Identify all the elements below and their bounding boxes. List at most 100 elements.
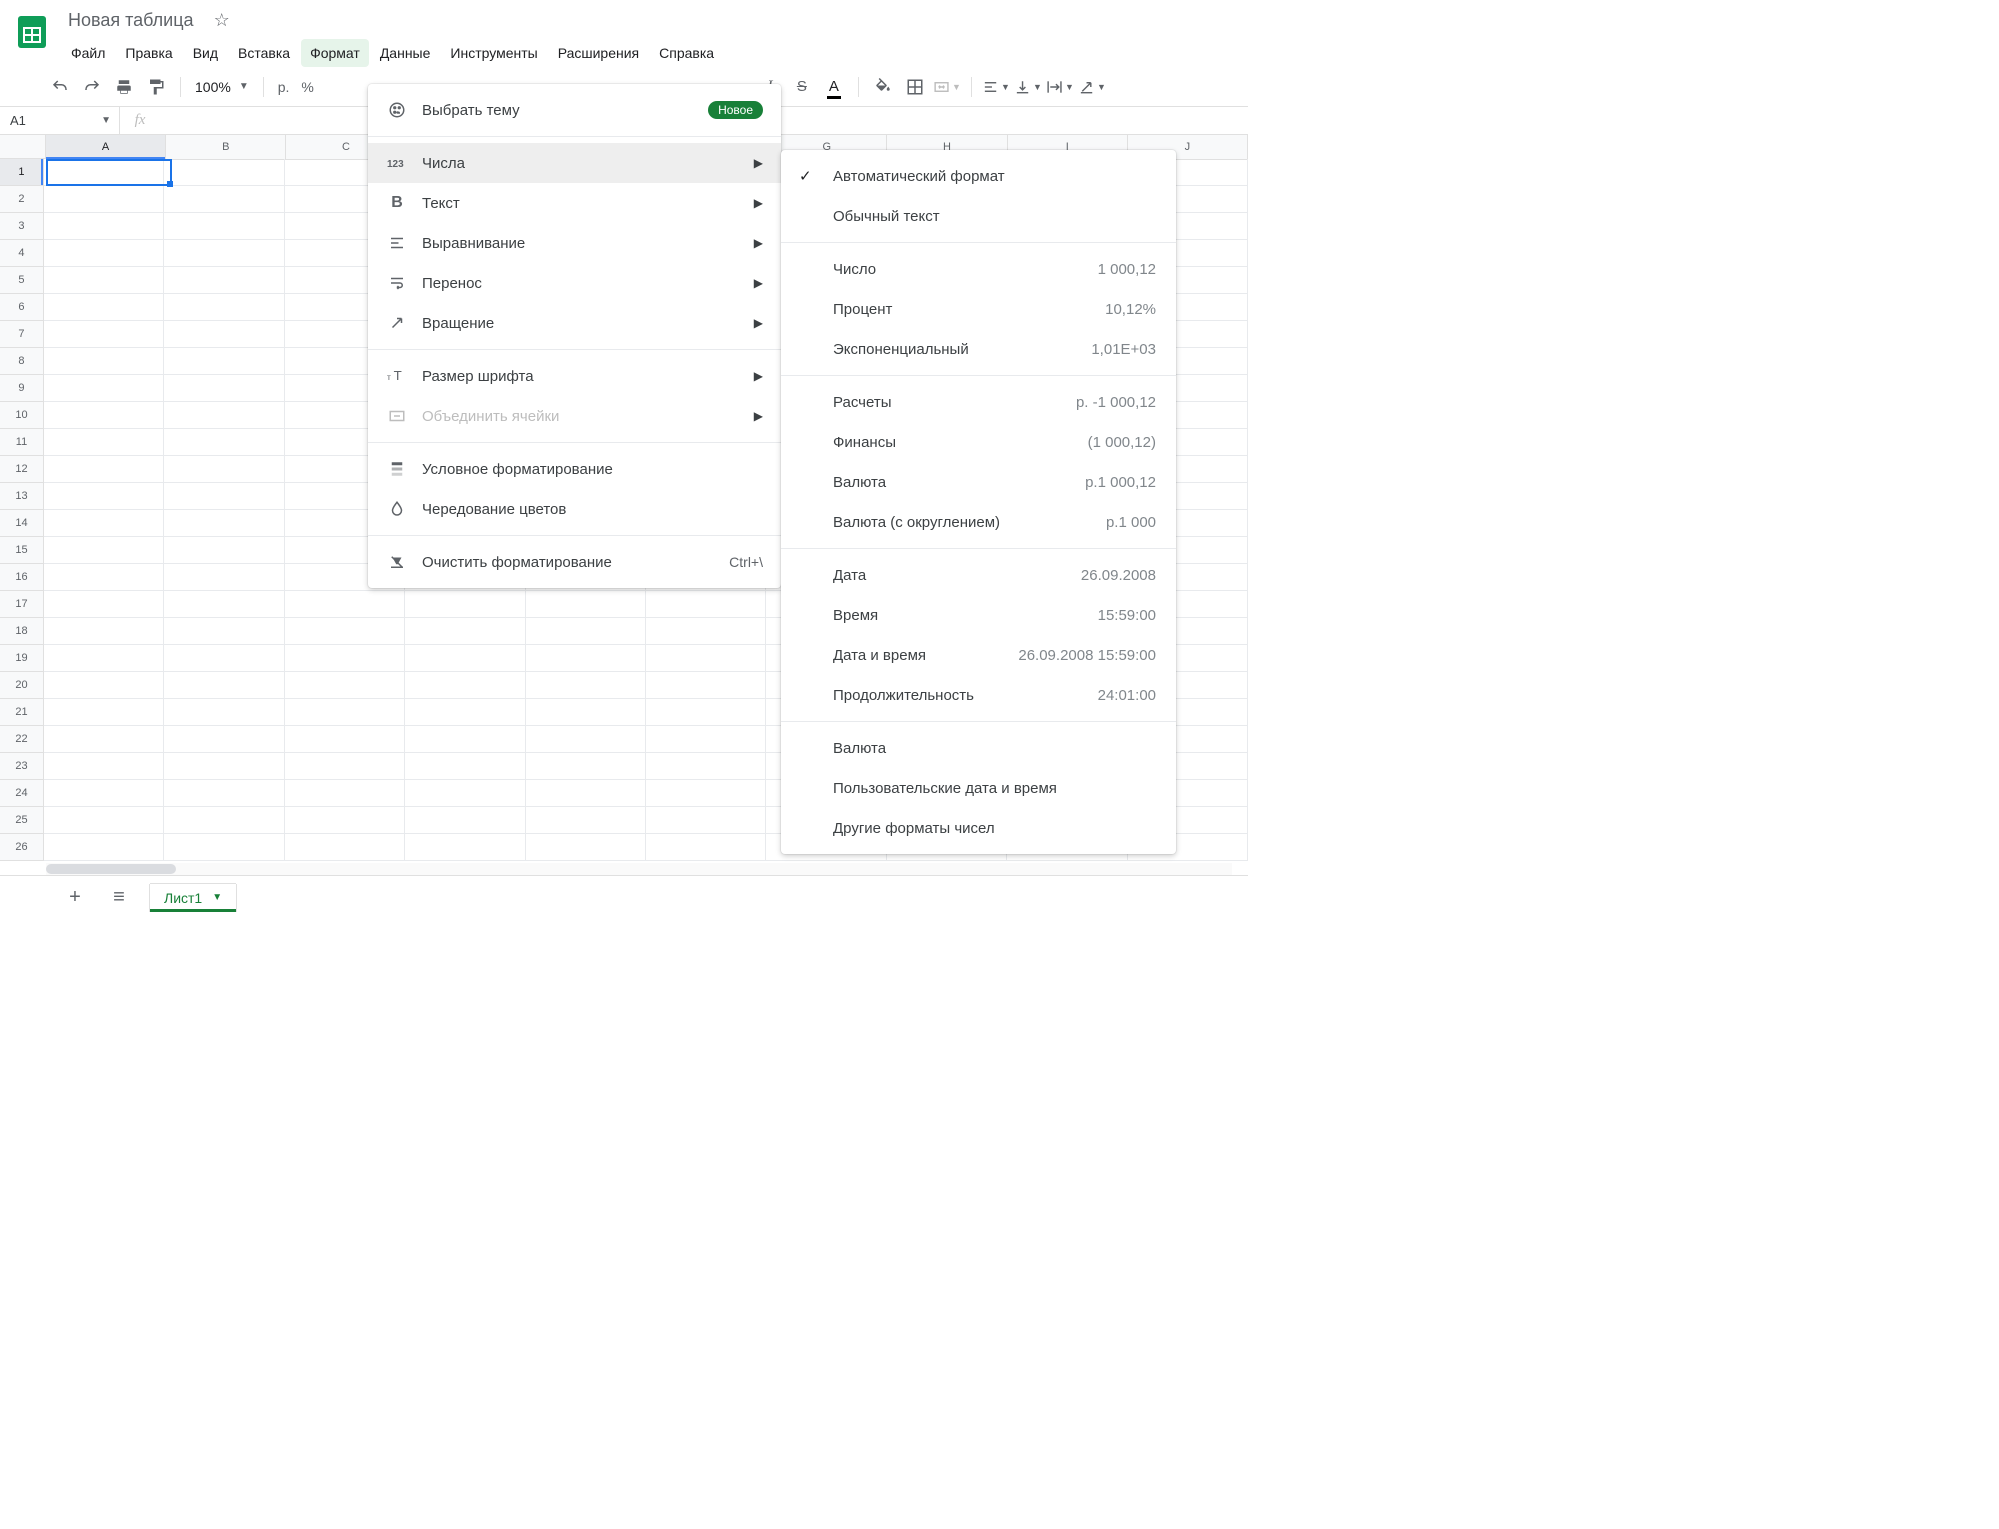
number-format-item[interactable]: ✓Автоматический формат bbox=[781, 156, 1176, 196]
cell[interactable] bbox=[164, 267, 284, 294]
row-header[interactable]: 3 bbox=[0, 213, 44, 240]
cell[interactable] bbox=[646, 780, 766, 807]
cell[interactable] bbox=[164, 645, 284, 672]
all-sheets-button[interactable]: ≡ bbox=[106, 886, 132, 909]
cell[interactable] bbox=[646, 726, 766, 753]
cell[interactable] bbox=[44, 564, 164, 591]
row-header[interactable]: 12 bbox=[0, 456, 44, 483]
cell[interactable] bbox=[44, 726, 164, 753]
select-all-corner[interactable] bbox=[0, 135, 46, 159]
cell[interactable] bbox=[164, 834, 284, 861]
cell[interactable] bbox=[164, 591, 284, 618]
cell[interactable] bbox=[44, 510, 164, 537]
number-format-item[interactable]: Расчетыр. -1 000,12 bbox=[781, 382, 1176, 422]
number-format-item[interactable]: Время15:59:00 bbox=[781, 595, 1176, 635]
cell[interactable] bbox=[164, 699, 284, 726]
cell[interactable] bbox=[405, 834, 525, 861]
cell[interactable] bbox=[44, 240, 164, 267]
cell[interactable] bbox=[44, 186, 164, 213]
cell[interactable] bbox=[164, 294, 284, 321]
cell[interactable] bbox=[285, 726, 405, 753]
row-header[interactable]: 24 bbox=[0, 780, 44, 807]
format-percent-button[interactable]: % bbox=[297, 79, 317, 95]
menu-item-wrap[interactable]: Перенос▶ bbox=[368, 263, 781, 303]
cell[interactable] bbox=[526, 618, 646, 645]
cell[interactable] bbox=[285, 834, 405, 861]
cell[interactable] bbox=[44, 456, 164, 483]
cell[interactable] bbox=[285, 591, 405, 618]
row-header[interactable]: 23 bbox=[0, 753, 44, 780]
cell[interactable] bbox=[285, 618, 405, 645]
row-header[interactable]: 17 bbox=[0, 591, 44, 618]
cell[interactable] bbox=[285, 699, 405, 726]
text-wrap-button[interactable]: ▼ bbox=[1046, 73, 1074, 101]
cell[interactable] bbox=[44, 321, 164, 348]
cell[interactable] bbox=[44, 159, 164, 186]
row-header[interactable]: 13 bbox=[0, 483, 44, 510]
cell[interactable] bbox=[646, 807, 766, 834]
number-format-item[interactable]: Продолжительность24:01:00 bbox=[781, 675, 1176, 715]
row-header[interactable]: 5 bbox=[0, 267, 44, 294]
row-header[interactable]: 26 bbox=[0, 834, 44, 861]
cell[interactable] bbox=[646, 591, 766, 618]
cell[interactable] bbox=[164, 537, 284, 564]
cell[interactable] bbox=[405, 699, 525, 726]
menubar-item-файл[interactable]: Файл bbox=[62, 39, 114, 67]
horizontal-align-button[interactable]: ▼ bbox=[982, 73, 1010, 101]
sheet-tab-1[interactable]: Лист1▼ bbox=[150, 884, 236, 912]
cell[interactable] bbox=[405, 780, 525, 807]
cell[interactable] bbox=[526, 834, 646, 861]
cell[interactable] bbox=[44, 672, 164, 699]
cell[interactable] bbox=[526, 591, 646, 618]
cell[interactable] bbox=[646, 753, 766, 780]
cell[interactable] bbox=[44, 591, 164, 618]
number-format-item[interactable]: Валюта bbox=[781, 728, 1176, 768]
cell[interactable] bbox=[164, 483, 284, 510]
cell[interactable] bbox=[405, 618, 525, 645]
row-header[interactable]: 22 bbox=[0, 726, 44, 753]
cell[interactable] bbox=[164, 159, 284, 186]
cell[interactable] bbox=[44, 537, 164, 564]
cell[interactable] bbox=[44, 267, 164, 294]
row-header[interactable]: 1 bbox=[0, 159, 44, 186]
row-header[interactable]: 14 bbox=[0, 510, 44, 537]
menu-item-rotate[interactable]: Вращение▶ bbox=[368, 303, 781, 343]
cell[interactable] bbox=[405, 645, 525, 672]
vertical-align-button[interactable]: ▼ bbox=[1014, 73, 1042, 101]
cell[interactable] bbox=[44, 834, 164, 861]
row-header[interactable]: 9 bbox=[0, 375, 44, 402]
undo-button[interactable] bbox=[46, 73, 74, 101]
text-color-button[interactable]: A bbox=[820, 73, 848, 101]
row-header[interactable]: 16 bbox=[0, 564, 44, 591]
cell[interactable] bbox=[646, 618, 766, 645]
row-header[interactable]: 18 bbox=[0, 618, 44, 645]
row-header[interactable]: 21 bbox=[0, 699, 44, 726]
row-header[interactable]: 4 bbox=[0, 240, 44, 267]
cell[interactable] bbox=[164, 807, 284, 834]
merge-cells-button[interactable]: ▼ bbox=[933, 73, 961, 101]
cell[interactable] bbox=[285, 807, 405, 834]
cell[interactable] bbox=[405, 672, 525, 699]
print-button[interactable] bbox=[110, 73, 138, 101]
row-header[interactable]: 20 bbox=[0, 672, 44, 699]
cell[interactable] bbox=[526, 780, 646, 807]
menu-item-altcolor[interactable]: Чередование цветов bbox=[368, 489, 781, 529]
menu-item-cond[interactable]: Условное форматирование bbox=[368, 449, 781, 489]
menu-item-theme[interactable]: Выбрать тему Новое bbox=[368, 90, 781, 130]
menubar-item-данные[interactable]: Данные bbox=[371, 39, 440, 67]
number-format-item[interactable]: Обычный текст bbox=[781, 196, 1176, 236]
number-format-item[interactable]: Валюта (с округлением)р.1 000 bbox=[781, 502, 1176, 542]
cell[interactable] bbox=[44, 375, 164, 402]
number-format-item[interactable]: Число1 000,12 bbox=[781, 249, 1176, 289]
format-currency-button[interactable]: р. bbox=[274, 79, 294, 95]
number-format-item[interactable]: Пользовательские дата и время bbox=[781, 768, 1176, 808]
cell[interactable] bbox=[164, 726, 284, 753]
number-format-item[interactable]: Процент10,12% bbox=[781, 289, 1176, 329]
row-header[interactable]: 8 bbox=[0, 348, 44, 375]
cell[interactable] bbox=[44, 780, 164, 807]
cell[interactable] bbox=[44, 213, 164, 240]
menu-item-fontsize[interactable]: тTРазмер шрифта▶ bbox=[368, 356, 781, 396]
paint-format-button[interactable] bbox=[142, 73, 170, 101]
cell[interactable] bbox=[44, 699, 164, 726]
number-format-item[interactable]: Дата26.09.2008 bbox=[781, 555, 1176, 595]
